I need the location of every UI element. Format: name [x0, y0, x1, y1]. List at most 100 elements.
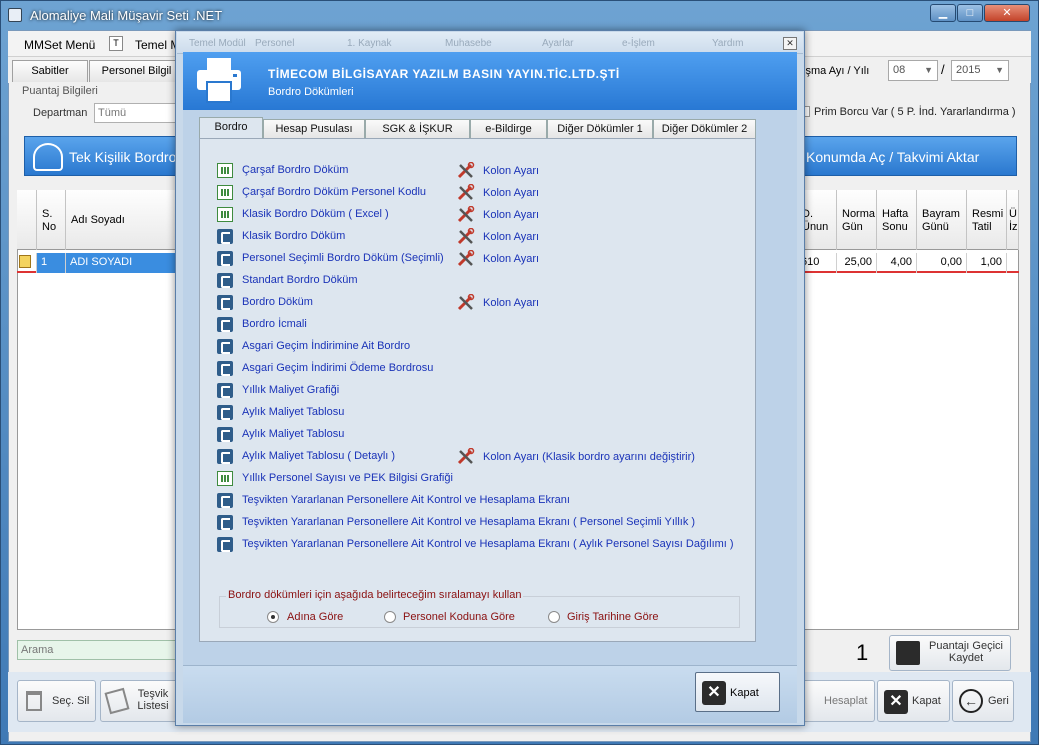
cell-sno[interactable]: 1: [37, 253, 66, 273]
tab-hesap-pusulasi[interactable]: Hesap Pusulası: [263, 119, 365, 139]
radio-personel-kodu[interactable]: [384, 611, 396, 623]
report-item[interactable]: Çarşaf Bordro Döküm Personel Kodlu: [217, 184, 737, 202]
report-item-label[interactable]: Bordro İcmali: [242, 318, 307, 330]
report-item[interactable]: Aylık Maliyet Tablosu: [217, 404, 737, 422]
report-item[interactable]: Standart Bordro Döküm: [217, 272, 737, 290]
report-item[interactable]: Asgari Geçim İndirimine Ait Bordro: [217, 338, 737, 356]
tab-diger-dokumler-2[interactable]: Diğer Dökümler 2: [653, 119, 756, 139]
dialog-close-button[interactable]: ✕: [783, 37, 797, 50]
report-item-label[interactable]: Standart Bordro Döküm: [242, 274, 358, 286]
tab-bordro[interactable]: Bordro: [199, 117, 263, 140]
year-select[interactable]: 2015 ▼: [951, 60, 1009, 81]
report-item-label[interactable]: Personel Seçimli Bordro Döküm (Seçimli): [242, 252, 444, 264]
cell-resmi-tatil[interactable]: 1,00: [967, 253, 1007, 273]
tab-e-bildirge[interactable]: e-Bildirge: [470, 119, 547, 139]
minimize-button[interactable]: ▁: [930, 4, 956, 22]
year-value: 2015: [956, 64, 981, 76]
tab-sabitler[interactable]: Sabitler: [12, 60, 88, 82]
kolon-ayari-label: Kolon Ayarı: [483, 253, 540, 265]
report-item-label[interactable]: Teşvikten Yararlanan Personellere Ait Ko…: [242, 494, 570, 506]
list-icon: [104, 687, 130, 715]
report-item-label[interactable]: Çarşaf Bordro Döküm: [242, 164, 348, 176]
dialog-kapat-label: Kapat: [730, 687, 759, 699]
report-icon: [217, 515, 233, 530]
tab-diger-dokumler-1[interactable]: Diğer Dökümler 1: [547, 119, 653, 139]
report-item-label[interactable]: Asgari Geçim İndirimi Ödeme Bordrosu: [242, 362, 433, 374]
report-icon: [217, 251, 233, 266]
tab-personel[interactable]: Personel Bilgil: [89, 60, 184, 82]
report-item[interactable]: Personel Seçimli Bordro Döküm (Seçimli): [217, 250, 737, 268]
hesaplat-button[interactable]: Hesaplat: [800, 680, 875, 722]
report-item[interactable]: Yıllık Maliyet Grafiği: [217, 382, 737, 400]
report-icon: [217, 383, 233, 398]
tab-sgk-iskur[interactable]: SGK & İŞKUR: [365, 119, 470, 139]
report-item[interactable]: Yıllık Personel Sayısı ve PEK Bilgisi Gr…: [217, 470, 737, 488]
save-temp-button[interactable]: Puantajı Geçici Kaydet: [889, 635, 1011, 671]
report-item-label[interactable]: Klasik Bordro Döküm ( Excel ): [242, 208, 389, 220]
report-item-label[interactable]: Teşvikten Yararlanan Personellere Ait Ko…: [242, 516, 695, 528]
report-item-label[interactable]: Çarşaf Bordro Döküm Personel Kodlu: [242, 186, 426, 198]
month-value: 08: [893, 64, 906, 76]
report-item[interactable]: Teşvikten Yararlanan Personellere Ait Ko…: [217, 492, 737, 510]
report-item[interactable]: Asgari Geçim İndirimi Ödeme Bordrosu: [217, 360, 737, 378]
report-item-label[interactable]: Teşvikten Yararlanan Personellere Ait Ko…: [242, 538, 734, 550]
tek-kisilik-bordro-button[interactable]: Tek Kişilik Bordro: [24, 136, 184, 176]
report-item[interactable]: Klasik Bordro Döküm ( Excel ): [217, 206, 737, 224]
report-item-label[interactable]: Yıllık Maliyet Grafiği: [242, 384, 339, 396]
maximize-button[interactable]: □: [957, 4, 983, 22]
menu-mmset[interactable]: MMSet Menü: [24, 38, 95, 52]
dialog-kapat-button[interactable]: ✕ Kapat: [695, 672, 780, 712]
search-input[interactable]: Arama: [17, 640, 177, 660]
faint-eislem: e-İşlem: [622, 38, 655, 49]
report-item-label[interactable]: Klasik Bordro Döküm: [242, 230, 345, 242]
report-item-label[interactable]: Aylık Maliyet Tablosu: [242, 406, 344, 418]
report-item[interactable]: Bordro İcmali: [217, 316, 737, 334]
header-uiz[interactable]: Ü İz: [1007, 190, 1019, 250]
report-icon: [217, 295, 233, 310]
puantaj-group-label: Puantaj Bilgileri: [22, 85, 98, 97]
report-icon: [217, 339, 233, 354]
report-item[interactable]: Aylık Maliyet Tablosu: [217, 426, 737, 444]
cell-hafta-sonu[interactable]: 4,00: [877, 253, 917, 273]
sec-sil-button[interactable]: Seç. Sil: [17, 680, 96, 722]
radio-adina-gore-label[interactable]: Adına Göre: [287, 611, 343, 623]
month-select[interactable]: 08 ▼: [888, 60, 938, 81]
report-item[interactable]: Klasik Bordro Döküm: [217, 228, 737, 246]
header-bayram-gunu[interactable]: Bayram Günü: [917, 190, 967, 250]
report-item-label[interactable]: Bordro Döküm: [242, 296, 313, 308]
header-norma-gun[interactable]: Norma Gün: [837, 190, 877, 250]
menu-temel[interactable]: Temel M: [135, 38, 180, 52]
report-item[interactable]: Bordro Döküm: [217, 294, 737, 312]
geri-button[interactable]: ← Geri: [952, 680, 1014, 722]
header-adi-soyadi[interactable]: Adı Soyadı: [66, 190, 176, 250]
tesvik-listesi-button[interactable]: Teşvik Listesi: [100, 680, 178, 722]
excel-icon: [217, 471, 233, 486]
report-item-label[interactable]: Aylık Maliyet Tablosu: [242, 428, 344, 440]
header-hafta-sonu[interactable]: Hafta Sonu: [877, 190, 917, 250]
report-item[interactable]: Teşvikten Yararlanan Personellere Ait Ko…: [217, 514, 737, 532]
cell-bayram-gunu[interactable]: 0,00: [917, 253, 967, 273]
kapat-main-button[interactable]: ✕ Kapat: [877, 680, 950, 722]
report-item-label[interactable]: Yıllık Personel Sayısı ve PEK Bilgisi Gr…: [242, 472, 453, 484]
kolon-ayari-label: Kolon Ayarı: [483, 165, 540, 177]
row-edit-icon: [17, 253, 37, 273]
radio-adina-gore[interactable]: [267, 611, 279, 623]
report-item-label[interactable]: Asgari Geçim İndirimine Ait Bordro: [242, 340, 410, 352]
header-resmi-tatil[interactable]: Resmi Tatil: [967, 190, 1007, 250]
close-button[interactable]: ✕: [984, 4, 1030, 22]
tesvik-label: Teşvik Listesi: [137, 688, 169, 712]
radio-giris-tarihi[interactable]: [548, 611, 560, 623]
radio-personel-kodu-label[interactable]: Personel Koduna Göre: [403, 611, 515, 623]
radio-giris-tarihi-label[interactable]: Giriş Tarihine Göre: [567, 611, 659, 623]
report-item-label[interactable]: Aylık Maliyet Tablosu ( Detaylı ): [242, 450, 395, 462]
department-select[interactable]: Tümü: [94, 103, 184, 123]
geri-label: Geri: [988, 695, 1009, 707]
header-sno[interactable]: S. No: [37, 190, 66, 250]
report-item[interactable]: Teşvikten Yararlanan Personellere Ait Ko…: [217, 536, 737, 554]
konumda-ac-button[interactable]: Konumda Aç / Takvimi Aktar: [797, 136, 1017, 176]
cell-adi-soyadi[interactable]: ADI SOYADI: [66, 253, 176, 273]
report-item[interactable]: Çarşaf Bordro Döküm: [217, 162, 737, 180]
report-icon: [217, 427, 233, 442]
cell-norma-gun[interactable]: 25,00: [837, 253, 877, 273]
tools-icon: [457, 227, 475, 245]
